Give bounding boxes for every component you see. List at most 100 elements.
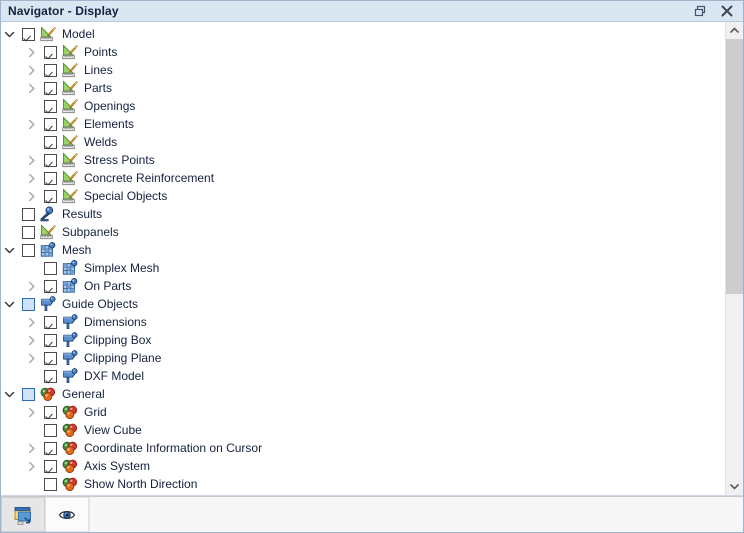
tree-item-model[interactable]: Model [1, 25, 725, 43]
tree-item-checkbox[interactable] [40, 115, 60, 133]
checkbox-unchecked[interactable] [21, 243, 35, 257]
tree-item-view-cube[interactable]: View Cube [1, 421, 725, 439]
tree-expander-collapsed[interactable] [23, 187, 40, 205]
tree-item-checkbox[interactable] [40, 349, 60, 367]
checkbox-checked[interactable] [43, 81, 57, 95]
tree-expander-collapsed[interactable] [23, 151, 40, 169]
checkbox-checked[interactable] [43, 459, 57, 473]
tree-item-checkbox[interactable] [18, 241, 38, 259]
tree-item-stress-points[interactable]: Stress Points [1, 151, 725, 169]
close-icon[interactable] [720, 4, 734, 18]
tree-item-lines[interactable]: Lines [1, 61, 725, 79]
tree-item-dxf-model[interactable]: DXF Model [1, 367, 725, 385]
checkbox-checked[interactable] [43, 369, 57, 383]
checkbox-checked[interactable] [43, 99, 57, 113]
checkbox-checked[interactable] [43, 315, 57, 329]
checkbox-unchecked[interactable] [43, 423, 57, 437]
checkbox-checked[interactable] [43, 441, 57, 455]
scrollbar-up-button[interactable] [726, 22, 743, 39]
checkbox-checked[interactable] [43, 117, 57, 131]
checkbox-checked[interactable] [43, 279, 57, 293]
checkbox-partial[interactable] [21, 297, 35, 311]
tree-item-axis-system[interactable]: Axis System [1, 457, 725, 475]
tree-item-clipping-box[interactable]: Clipping Box [1, 331, 725, 349]
tree-expander-collapsed[interactable] [23, 169, 40, 187]
tree-item-clipping-plane[interactable]: Clipping Plane [1, 349, 725, 367]
tree-item-checkbox[interactable] [18, 493, 38, 495]
checkbox-checked[interactable] [43, 405, 57, 419]
checkbox-checked[interactable] [43, 171, 57, 185]
tree-item-checkbox[interactable] [40, 151, 60, 169]
checkbox-checked[interactable] [21, 27, 35, 41]
tree-item-on-parts[interactable]: On Parts [1, 277, 725, 295]
tree-item-guide-objects[interactable]: Guide Objects [1, 295, 725, 313]
tree-expander-collapsed[interactable] [23, 313, 40, 331]
tree-item-subpanels[interactable]: Subpanels [1, 223, 725, 241]
tree-expander-collapsed[interactable] [23, 457, 40, 475]
tree-item-checkbox[interactable] [40, 475, 60, 493]
tree-item-checkbox[interactable] [18, 385, 38, 403]
tree-item-checkbox[interactable] [40, 439, 60, 457]
tree-item-concrete-reinforcement[interactable]: Concrete Reinforcement [1, 169, 725, 187]
tree-item-parts[interactable]: Parts [1, 79, 725, 97]
tree-item-general[interactable]: General [1, 385, 725, 403]
tree-expander-collapsed[interactable] [23, 43, 40, 61]
tree-expander-collapsed[interactable] [23, 79, 40, 97]
tree-item-checkbox[interactable] [40, 169, 60, 187]
checkbox-checked[interactable] [43, 351, 57, 365]
checkbox-unchecked[interactable] [21, 225, 35, 239]
tree-item-show-north-direction[interactable]: Show North Direction [1, 475, 725, 493]
checkbox-unchecked[interactable] [21, 207, 35, 221]
tree-item-checkbox[interactable] [40, 457, 60, 475]
tree-expander-expanded[interactable] [1, 25, 18, 43]
tree-item-checkbox[interactable] [18, 205, 38, 223]
tree-item-checkbox[interactable] [40, 187, 60, 205]
tree-item-points[interactable]: Points [1, 43, 725, 61]
tree-expander-expanded[interactable] [1, 241, 18, 259]
scrollbar-down-button[interactable] [726, 478, 743, 495]
visibility-toggle-button[interactable] [45, 497, 89, 532]
checkbox-checked[interactable] [43, 333, 57, 347]
tree-item-checkbox[interactable] [40, 97, 60, 115]
checkbox-checked[interactable] [43, 189, 57, 203]
checkbox-unchecked[interactable] [43, 261, 57, 275]
tree-item-checkbox[interactable] [40, 79, 60, 97]
checkbox-checked[interactable] [43, 153, 57, 167]
tree-item-checkbox[interactable] [40, 421, 60, 439]
tree-item-checkbox[interactable] [40, 367, 60, 385]
tree-item-checkbox[interactable] [18, 295, 38, 313]
tree-expander-collapsed[interactable] [23, 439, 40, 457]
tree-item-checkbox[interactable] [18, 25, 38, 43]
tree-item-special-objects[interactable]: Special Objects [1, 187, 725, 205]
tree-item-grid[interactable]: Grid [1, 403, 725, 421]
checkbox-checked[interactable] [43, 45, 57, 59]
scrollbar-thumb[interactable] [726, 39, 743, 294]
checkbox-checked[interactable] [43, 63, 57, 77]
tree-item-checkbox[interactable] [40, 259, 60, 277]
tree-expander-collapsed[interactable] [23, 61, 40, 79]
tree-expander-collapsed[interactable] [23, 331, 40, 349]
tree-item-results[interactable]: Results [1, 205, 725, 223]
tree-item-elements[interactable]: Elements [1, 115, 725, 133]
tree-item-openings[interactable]: Openings [1, 97, 725, 115]
tree-item-checkbox[interactable] [40, 403, 60, 421]
tree-expander-expanded[interactable] [1, 295, 18, 313]
scrollbar-track[interactable] [726, 39, 743, 478]
tree-item-coordinate-information-on-cursor[interactable]: Coordinate Information on Cursor [1, 439, 725, 457]
tree-item-dimensions[interactable]: Dimensions [1, 313, 725, 331]
vertical-scrollbar[interactable] [725, 22, 743, 495]
tree-item-checkbox[interactable] [40, 43, 60, 61]
tree-expander-collapsed[interactable] [23, 403, 40, 421]
tree-item-checkbox[interactable] [40, 331, 60, 349]
tree-item-checkbox[interactable] [40, 61, 60, 79]
tree-expander-expanded[interactable] [1, 493, 18, 495]
tree-item-checkbox[interactable] [40, 277, 60, 295]
display-navigator-button[interactable] [1, 497, 45, 532]
checkbox-checked[interactable] [43, 135, 57, 149]
tree-item-welds[interactable]: Welds [1, 133, 725, 151]
tree-item-numbering[interactable]: 123Numbering [1, 493, 725, 495]
tree-expander-collapsed[interactable] [23, 115, 40, 133]
checkbox-partial[interactable] [21, 387, 35, 401]
tree-item-checkbox[interactable] [40, 133, 60, 151]
tree-item-mesh[interactable]: Mesh [1, 241, 725, 259]
